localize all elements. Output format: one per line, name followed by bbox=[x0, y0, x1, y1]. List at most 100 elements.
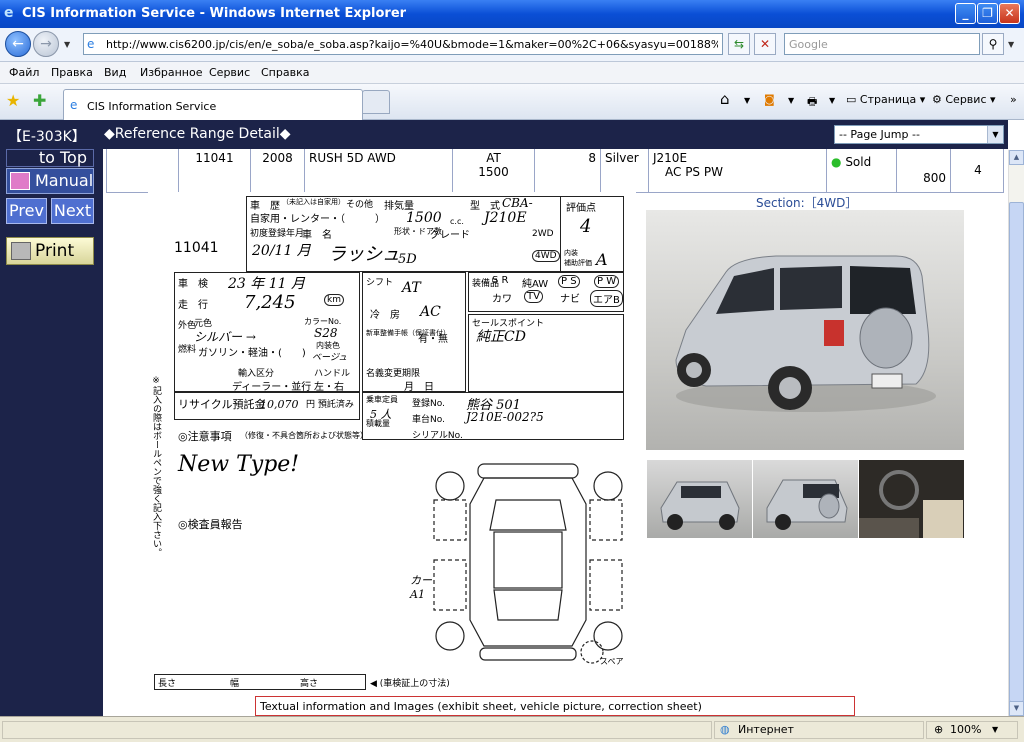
sheet-name-label: 車 名 bbox=[302, 230, 332, 241]
sheet-reg: 20/11 月 bbox=[252, 243, 311, 259]
page-menu-label: Страница bbox=[859, 93, 917, 106]
page-title: ◆Reference Range Detail◆ bbox=[104, 126, 291, 142]
add-favorite-icon[interactable]: ✚ bbox=[33, 91, 46, 110]
home-dropdown-icon[interactable]: ▼ bbox=[744, 96, 750, 105]
sheet-recycle-unit: 円 預託済み bbox=[306, 400, 354, 410]
vehicle-main-photo[interactable] bbox=[646, 210, 964, 450]
status-zoom[interactable]: 100% bbox=[950, 723, 981, 736]
tools-menu[interactable]: ⚙ Сервис ▾ bbox=[932, 93, 996, 106]
status-zone-label: Интернет bbox=[738, 723, 794, 736]
vehicle-thumb-front[interactable] bbox=[647, 460, 752, 538]
sheet-equip-sr: S R bbox=[492, 275, 509, 286]
vehicle-row: 11041 2008 RUSH 5D AWD AT 1500 8 Silver J… bbox=[106, 149, 1004, 193]
row-equip: AC PS PW bbox=[665, 165, 723, 179]
print-icon[interactable]: 🖶 bbox=[807, 93, 817, 112]
print-dropdown-icon[interactable]: ▼ bbox=[829, 96, 835, 105]
menu-view[interactable]: Вид bbox=[104, 66, 126, 79]
page-icon: ▭ bbox=[846, 93, 857, 106]
minimize-button[interactable]: _ bbox=[955, 3, 976, 24]
sheet-fuel-label: 燃料 bbox=[178, 345, 197, 355]
feeds-dropdown-icon[interactable]: ▼ bbox=[788, 96, 794, 105]
printer-icon bbox=[11, 242, 31, 260]
row-lot: 11041 bbox=[179, 149, 251, 193]
sheet-side-text: ※記入の際はボールペンで強く記入下さい。 bbox=[151, 376, 161, 557]
page-header: 【E-303K】 ◆Reference Range Detail◆ -- Pag… bbox=[0, 120, 1008, 149]
back-button[interactable]: ← bbox=[5, 31, 31, 57]
sheet-inspect: 23 年 11 月 bbox=[228, 276, 305, 292]
favorites-star-icon[interactable]: ★ bbox=[6, 91, 20, 110]
menu-tools[interactable]: Сервис bbox=[209, 66, 250, 79]
sheet-grade-col-label: グレード bbox=[430, 230, 470, 241]
toolbar-overflow-icon[interactable]: » bbox=[1010, 93, 1017, 106]
scroll-up-icon[interactable]: ▲ bbox=[1009, 150, 1024, 165]
sheet-fuel: ガソリン・軽油・( ) bbox=[198, 348, 306, 359]
next-button[interactable]: Next bbox=[51, 198, 94, 224]
home-icon[interactable]: ⌂ bbox=[720, 90, 730, 108]
sheet-km: km bbox=[324, 294, 344, 306]
search-icon[interactable]: ⚲ bbox=[982, 33, 1004, 55]
scroll-down-icon[interactable]: ▼ bbox=[1009, 701, 1024, 716]
sheet-rename: 月 日 bbox=[404, 382, 434, 393]
row-chassis-value: J210E bbox=[653, 151, 688, 165]
sheet-caution: New Type! bbox=[178, 452, 300, 477]
zoom-icon[interactable]: ⊕ bbox=[934, 723, 943, 736]
sheet-interior: A bbox=[596, 250, 608, 269]
page-content: 【E-303K】 ◆Reference Range Detail◆ -- Pag… bbox=[0, 120, 1024, 716]
sheet-reg-label: 初度登録年月 bbox=[250, 229, 305, 239]
menu-file[interactable]: Файл bbox=[9, 66, 39, 79]
vertical-scrollbar[interactable]: ▲ ▼ bbox=[1008, 150, 1024, 716]
sheet-chassis: J210E-002?5 bbox=[466, 410, 544, 424]
url-field[interactable]: e http://www.cis6200.jp/cis/en/e_soba/e_… bbox=[83, 33, 723, 55]
menu-edit[interactable]: Правка bbox=[51, 66, 93, 79]
row-model: RUSH 5D AWD bbox=[305, 149, 453, 193]
sheet-interior-label: 内装 補助評価 bbox=[564, 249, 592, 267]
tab-cis[interactable]: e CIS Information Service bbox=[63, 89, 363, 120]
feeds-icon[interactable]: ◙ bbox=[764, 93, 775, 106]
prev-button[interactable]: Prev bbox=[6, 198, 47, 224]
row-price: 800 bbox=[897, 149, 951, 193]
manual-icon bbox=[10, 172, 30, 190]
sheet-equip-pw: P W bbox=[594, 275, 620, 288]
url-text: http://www.cis6200.jp/cis/en/e_soba/e_so… bbox=[106, 38, 718, 51]
manual-label: Manual bbox=[35, 171, 94, 190]
forward-button[interactable]: → bbox=[33, 31, 59, 57]
sheet-doors: 5D bbox=[398, 252, 417, 267]
vehicle-thumb-interior[interactable] bbox=[859, 460, 964, 538]
maximize-button[interactable]: ❐ bbox=[977, 3, 998, 24]
sheet-shift-label: シフト bbox=[366, 278, 394, 288]
sheet-inspect-label: 車 検 bbox=[178, 279, 208, 290]
car-diagram bbox=[433, 463, 623, 664]
menu-favorites[interactable]: Избранное bbox=[140, 66, 202, 79]
zoom-dropdown-icon[interactable]: ▼ bbox=[992, 725, 998, 734]
close-button[interactable]: ✕ bbox=[999, 3, 1020, 24]
sheet-drive: 4WD bbox=[532, 250, 560, 262]
to-top-button[interactable]: to Top bbox=[6, 149, 94, 167]
vehicle-thumb-rear[interactable] bbox=[753, 460, 858, 538]
sheet-grade-label: 評価点 bbox=[566, 203, 596, 214]
history-dropdown-icon[interactable]: ▼ bbox=[64, 40, 70, 49]
sheet-model-code: CBA- bbox=[502, 196, 533, 210]
sheet-equip-navi: ナビ bbox=[560, 294, 580, 305]
sheet-equip-ps: P S bbox=[558, 275, 580, 288]
stop-button[interactable]: ✕ bbox=[754, 33, 776, 55]
scroll-thumb[interactable] bbox=[1009, 202, 1024, 702]
sheet-displacement: 1500 bbox=[406, 210, 442, 226]
page-jump-value: -- Page Jump -- bbox=[839, 128, 920, 141]
new-tab-button[interactable] bbox=[362, 90, 390, 114]
menu-help[interactable]: Справка bbox=[261, 66, 309, 79]
sheet-model-value: J210E bbox=[484, 210, 527, 226]
page-jump-select[interactable]: -- Page Jump -- ▼ bbox=[834, 125, 1004, 144]
thumb-interior-drawing bbox=[859, 470, 963, 538]
manual-button[interactable]: Manual bbox=[6, 168, 94, 194]
print-button[interactable]: Print bbox=[6, 237, 94, 265]
sheet-caution-note: （修復・不具合箇所および状態等） bbox=[240, 431, 368, 440]
page-menu[interactable]: ▭ Страница ▾ bbox=[846, 93, 925, 106]
print-label: Print bbox=[35, 241, 75, 261]
refresh-button[interactable]: ⇆ bbox=[728, 33, 750, 55]
search-input[interactable]: Google bbox=[784, 33, 980, 55]
sheet-bottom-wid: 幅 bbox=[230, 679, 240, 689]
sheet-inspector-label: ◎検査員報告 bbox=[178, 518, 243, 531]
sheet-equip-tv2: TV bbox=[524, 290, 543, 303]
sheet-load-label: 積載量 bbox=[366, 419, 390, 428]
search-options-icon[interactable]: ▼ bbox=[1008, 40, 1014, 49]
